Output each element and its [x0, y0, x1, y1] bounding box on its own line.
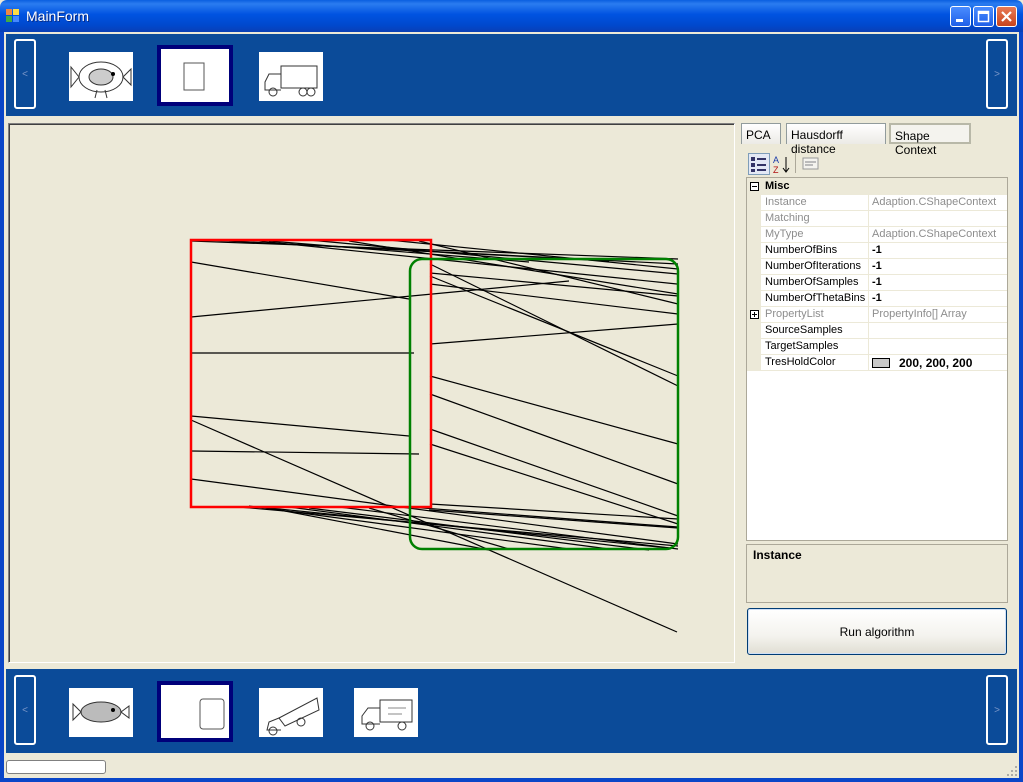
- fish-image: [70, 61, 132, 99]
- property-name: Matching: [765, 212, 810, 224]
- rectangle-image: [183, 62, 205, 91]
- expand-icon[interactable]: [750, 310, 759, 319]
- property-value[interactable]: -1: [872, 292, 882, 304]
- bottom-strip-next-button[interactable]: >: [986, 675, 1008, 745]
- thumbnail-fish[interactable]: [69, 52, 133, 101]
- categorized-icon: [751, 157, 766, 172]
- property-help-panel: Instance: [746, 544, 1008, 603]
- property-row-mytype[interactable]: MyType Adaption.CShapeContext: [747, 227, 1007, 243]
- property-row-propertylist[interactable]: PropertyList PropertyInfo[] Array: [747, 307, 1007, 323]
- property-value: Adaption.CShapeContext: [872, 196, 997, 208]
- help-title: Instance: [753, 548, 802, 562]
- property-row-numberofthetabins[interactable]: NumberOfThetaBins -1: [747, 291, 1007, 307]
- thumbnail-truck[interactable]: [259, 52, 323, 101]
- property-value[interactable]: -1: [872, 244, 882, 256]
- thumbnail-van[interactable]: [354, 688, 418, 737]
- property-name: TargetSamples: [765, 340, 839, 352]
- close-button[interactable]: [996, 6, 1017, 27]
- dump-truck-image: [266, 697, 320, 736]
- van-image: [361, 699, 413, 731]
- shape-matching-drawing: [189, 238, 680, 633]
- property-row-numberofsamples[interactable]: NumberOfSamples -1: [747, 275, 1007, 291]
- resize-grip-icon[interactable]: [1006, 765, 1018, 777]
- maximize-button[interactable]: [973, 6, 994, 27]
- thumbnail-fish[interactable]: [69, 688, 133, 737]
- title-bar: [0, 0, 1023, 32]
- property-name: TresHoldColor: [765, 356, 836, 368]
- category-label: Misc: [765, 180, 790, 192]
- correspondence-lines: [190, 239, 679, 633]
- property-grid[interactable]: Misc Instance Adaption.CShapeContext Matc…: [746, 177, 1008, 541]
- close-icon: [1001, 11, 1012, 22]
- thumbnail-dump-truck[interactable]: [259, 688, 323, 737]
- property-pages-icon: [802, 157, 819, 170]
- bottom-strip-prev-button[interactable]: <: [14, 675, 36, 745]
- property-row-numberofbins[interactable]: NumberOfBins -1: [747, 243, 1007, 259]
- property-row-tresholdcolor[interactable]: TresHoldColor 200, 200, 200: [747, 355, 1007, 371]
- categorized-view-button[interactable]: [748, 153, 770, 175]
- property-name: SourceSamples: [765, 324, 843, 336]
- run-algorithm-button[interactable]: Run algorithm: [747, 608, 1007, 655]
- progress-bar: [6, 760, 106, 774]
- property-name: PropertyList: [765, 308, 824, 320]
- color-swatch: [872, 358, 890, 368]
- maximize-icon: [977, 10, 990, 23]
- thumbnail-rectangle-selected[interactable]: [157, 45, 233, 106]
- property-row-numberofiterations[interactable]: NumberOfIterations -1: [747, 259, 1007, 275]
- tab-hausdorff-distance[interactable]: Hausdorff distance: [786, 123, 886, 156]
- rounded-rectangle-image: [199, 698, 225, 730]
- property-row-matching[interactable]: Matching: [747, 211, 1007, 227]
- category-misc[interactable]: Misc: [747, 178, 1007, 195]
- minimize-button[interactable]: [950, 6, 971, 27]
- svg-text:A: A: [773, 155, 779, 165]
- property-row-sourcesamples[interactable]: SourceSamples: [747, 323, 1007, 339]
- tab-pca[interactable]: PCA: [741, 123, 781, 144]
- property-value: PropertyInfo[] Array: [872, 308, 967, 320]
- thumbnail-rounded-rectangle-selected[interactable]: [157, 681, 233, 742]
- top-strip-next-button[interactable]: >: [986, 39, 1008, 109]
- property-row-targetsamples[interactable]: TargetSamples: [747, 339, 1007, 355]
- minimize-icon: [956, 19, 963, 22]
- top-strip-prev-button[interactable]: <: [14, 39, 36, 109]
- collapse-icon[interactable]: [750, 182, 759, 191]
- tab-shape-context[interactable]: Shape Context: [889, 123, 971, 157]
- property-name: Instance: [765, 196, 807, 208]
- property-name: NumberOfIterations: [765, 260, 861, 272]
- property-row-instance[interactable]: Instance Adaption.CShapeContext: [747, 195, 1007, 211]
- svg-text:Z: Z: [773, 165, 779, 175]
- property-name: NumberOfBins: [765, 244, 838, 256]
- property-pages-button[interactable]: [800, 153, 822, 175]
- sort-az-icon: A Z: [773, 155, 790, 175]
- drawing-canvas[interactable]: [8, 123, 735, 663]
- property-value[interactable]: -1: [872, 260, 882, 272]
- property-value[interactable]: 200, 200, 200: [899, 356, 972, 370]
- toolbar-separator: [795, 153, 796, 173]
- source-shape-outline: [189, 238, 433, 509]
- truck-image: [264, 65, 318, 97]
- property-name: NumberOfSamples: [765, 276, 859, 288]
- property-name: NumberOfThetaBins: [765, 292, 866, 304]
- property-name: MyType: [765, 228, 804, 240]
- app-icon[interactable]: [6, 9, 20, 23]
- alphabetical-view-button[interactable]: A Z: [771, 153, 793, 175]
- property-value[interactable]: -1: [872, 276, 882, 288]
- property-value: Adaption.CShapeContext: [872, 228, 997, 240]
- fish-image: [72, 701, 130, 723]
- window-title: MainForm: [26, 8, 90, 24]
